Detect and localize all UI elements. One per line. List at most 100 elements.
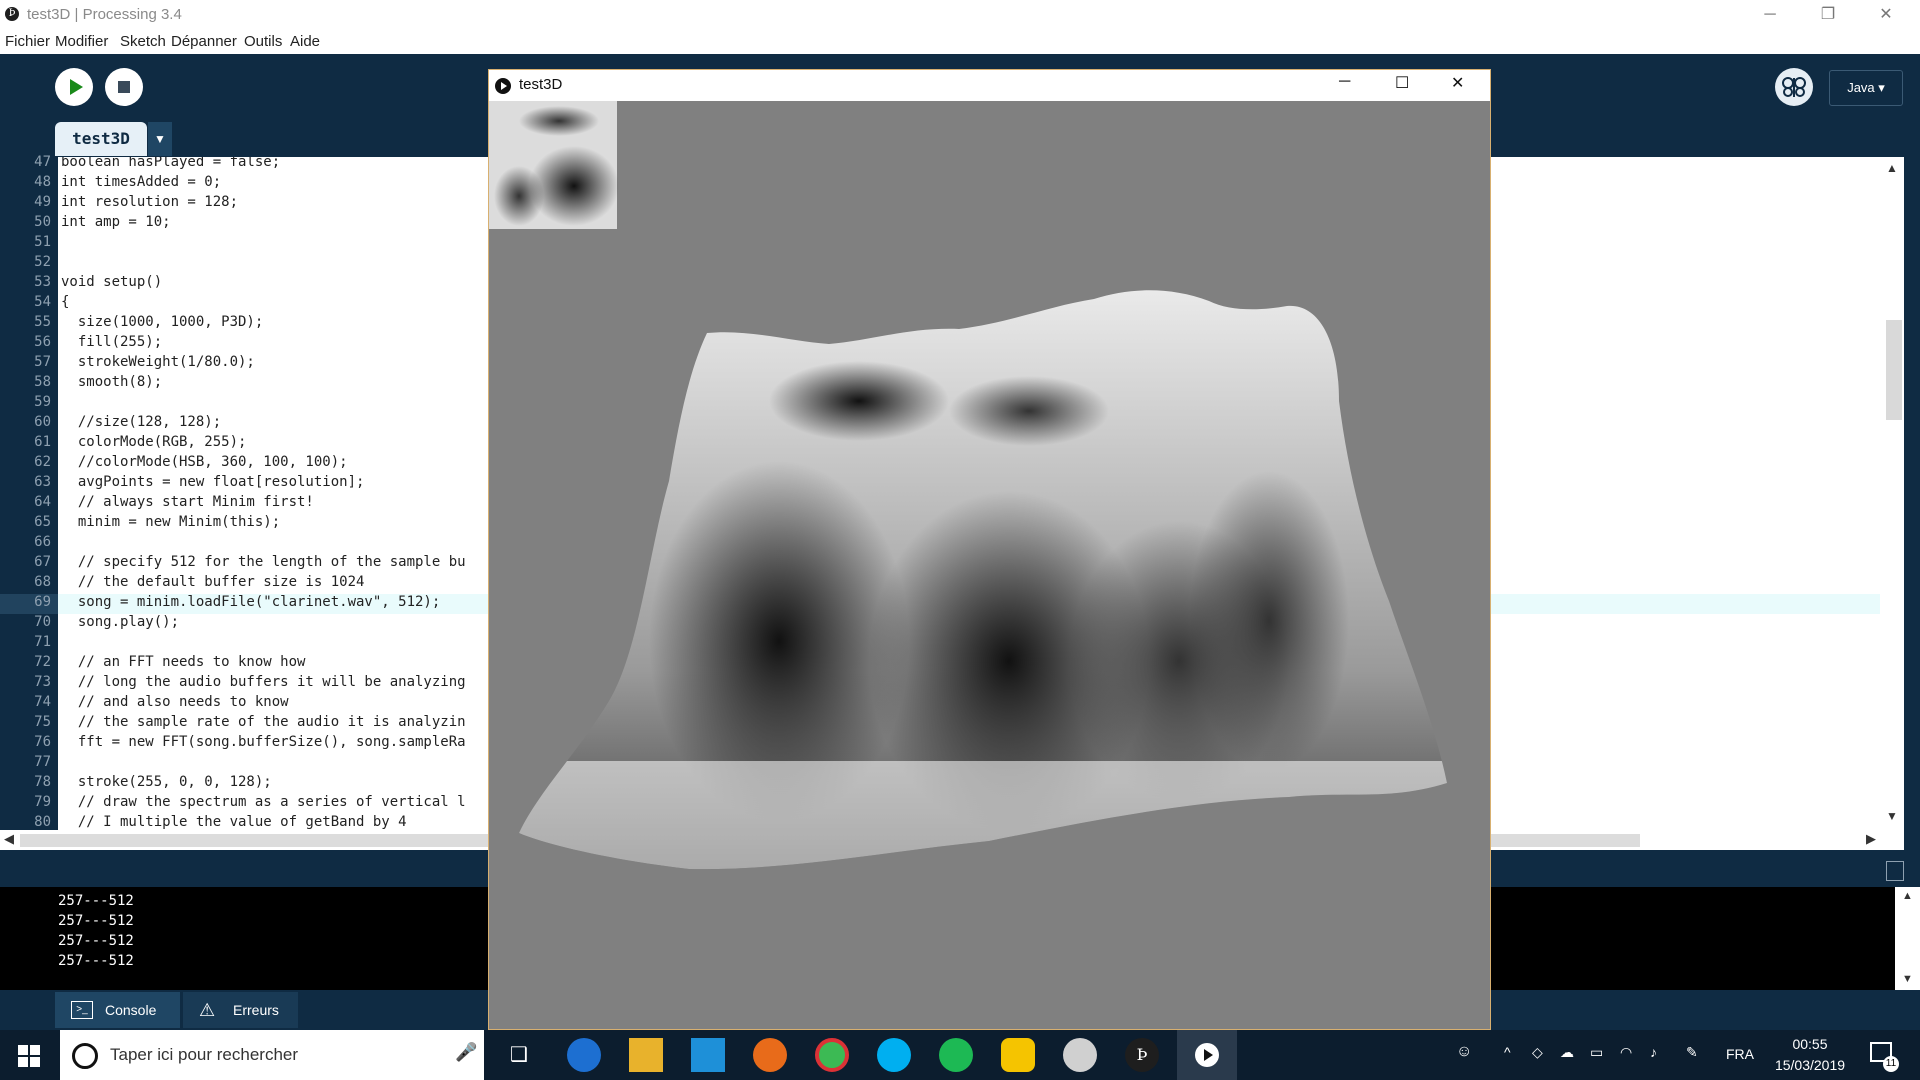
line-number: 64 — [34, 494, 51, 510]
debugger-button[interactable] — [1775, 68, 1813, 106]
terminal-icon: >_ — [71, 1001, 93, 1019]
scroll-left-icon[interactable]: ◀ — [4, 831, 14, 847]
code-line: song.play(); — [61, 614, 180, 630]
line-number: 72 — [34, 654, 51, 670]
line-number: 75 — [34, 714, 51, 730]
clock-date[interactable]: 15/03/2019 — [1770, 1057, 1850, 1073]
line-number: 69 — [34, 594, 51, 610]
console-scroll-down-icon[interactable]: ▼ — [1902, 973, 1913, 985]
menu-sketch[interactable]: Sketch — [120, 33, 166, 50]
code-line: strokeWeight(1/80.0); — [61, 354, 255, 370]
scroll-right-icon[interactable]: ▶ — [1866, 831, 1876, 847]
line-number: 60 — [34, 414, 51, 430]
onedrive-icon[interactable]: ☁ — [1560, 1044, 1574, 1061]
menu-aide[interactable]: Aide — [290, 33, 320, 50]
line-number: 68 — [34, 574, 51, 590]
people-icon[interactable]: ☺ — [1456, 1043, 1472, 1061]
spotify-icon[interactable] — [939, 1038, 973, 1072]
pen-icon[interactable]: ✎ — [1686, 1044, 1698, 1061]
scrollbar-thumb[interactable] — [1886, 320, 1902, 420]
wifi-icon[interactable]: ◠ — [1620, 1044, 1632, 1061]
code-line: // an FFT needs to know how — [61, 654, 306, 670]
line-number: 63 — [34, 474, 51, 490]
console-scroll-up-icon[interactable]: ▲ — [1902, 890, 1913, 902]
code-line: size(1000, 1000, P3D); — [61, 314, 264, 330]
skype-icon[interactable] — [877, 1038, 911, 1072]
sketch-window[interactable]: test3D ─ ☐ ✕ — [488, 69, 1491, 1030]
tab-errors[interactable]: ⚠ Erreurs — [183, 992, 298, 1028]
line-number: 76 — [34, 734, 51, 750]
volume-icon[interactable]: ♪ — [1650, 1044, 1657, 1060]
sketch-maximize-button[interactable]: ☐ — [1395, 73, 1409, 93]
menu-fichier[interactable]: Fichier — [5, 33, 50, 50]
minimize-button[interactable]: ─ — [1741, 0, 1799, 30]
firefox-icon[interactable] — [753, 1038, 787, 1072]
tab-menu-button[interactable]: ▼ — [148, 122, 172, 156]
code-line: minim = new Minim(this); — [61, 514, 281, 530]
code-line: avgPoints = new float[resolution]; — [61, 474, 365, 490]
line-number: 49 — [34, 194, 51, 210]
clock-time[interactable]: 00:55 — [1770, 1036, 1850, 1052]
chrome-icon[interactable] — [815, 1038, 849, 1072]
tab-console-label: Console — [105, 1002, 157, 1018]
processing-taskbar-icon[interactable]: Þ — [1125, 1038, 1159, 1072]
tab-test3d[interactable]: test3D — [55, 122, 147, 156]
microphone-icon[interactable]: 🎤 — [455, 1042, 477, 1063]
menu-depanner[interactable]: Dépanner — [171, 33, 237, 50]
stop-button[interactable] — [105, 68, 143, 106]
copy-icon[interactable] — [1886, 861, 1904, 881]
line-number: 70 — [34, 614, 51, 630]
code-line: stroke(255, 0, 0, 128); — [61, 774, 272, 790]
play-icon — [70, 79, 83, 95]
menu-modifier[interactable]: Modifier — [55, 33, 108, 50]
running-sketch-tab[interactable] — [1177, 1030, 1237, 1080]
file-explorer-icon[interactable] — [629, 1038, 663, 1072]
mode-selector[interactable]: Java ▾ — [1829, 70, 1903, 106]
paint-icon[interactable] — [1063, 1038, 1097, 1072]
line-number: 47 — [34, 154, 51, 170]
code-line: // always start Minim first! — [61, 494, 314, 510]
console-scrollbar[interactable]: ▲ ▼ — [1895, 887, 1920, 990]
code-line: int timesAdded = 0; — [61, 174, 222, 190]
battery-icon[interactable]: ▭ — [1590, 1044, 1603, 1061]
language-indicator[interactable]: FRA — [1726, 1046, 1754, 1062]
code-line: // specify 512 for the length of the sam… — [61, 554, 466, 570]
task-view-icon[interactable]: ❑ — [502, 1038, 536, 1072]
console-line: 257---512 — [58, 953, 134, 969]
sketch-close-button[interactable]: ✕ — [1451, 73, 1464, 93]
sketch-minimize-button[interactable]: ─ — [1339, 73, 1350, 91]
code-line: int amp = 10; — [61, 214, 171, 230]
edge-icon[interactable] — [567, 1038, 601, 1072]
3d-terrain — [519, 290, 1447, 870]
line-number: 71 — [34, 634, 51, 650]
menu-bar: Fichier Modifier Sketch Dépanner Outils … — [0, 30, 1920, 54]
line-number: 77 — [34, 754, 51, 770]
line-number-gutter: 47 48 49 50 51 52 53 54 55 56 57 58 59 60 61 62 63 64 65 66… — [0, 154, 58, 830]
close-button[interactable]: ✕ — [1857, 0, 1915, 30]
run-button[interactable] — [55, 68, 93, 106]
restore-button[interactable]: ❐ — [1799, 0, 1857, 30]
dropbox-icon[interactable]: ◇ — [1532, 1044, 1543, 1061]
scroll-down-icon[interactable]: ▼ — [1886, 809, 1898, 823]
code-line: //colorMode(HSB, 360, 100, 100); — [61, 454, 348, 470]
sketch-canvas — [489, 101, 1447, 870]
code-line: // I multiple the value of getBand by 4 — [61, 814, 407, 830]
line-number: 50 — [34, 214, 51, 230]
menu-outils[interactable]: Outils — [244, 33, 282, 50]
scroll-up-icon[interactable]: ▲ — [1886, 161, 1898, 175]
windows-start-icon[interactable] — [18, 1045, 40, 1067]
play-circle-icon — [495, 78, 511, 94]
store-icon[interactable] — [691, 1038, 725, 1072]
tab-console[interactable]: >_ Console — [55, 992, 180, 1028]
code-line: boolean hasPlayed = false; — [61, 157, 281, 170]
code-line: // long the audio buffers it will be ana… — [61, 674, 466, 690]
taskbar-search[interactable]: Taper ici pour rechercher 🎤 — [60, 1030, 484, 1080]
cortana-icon — [72, 1043, 98, 1069]
tray-chevron-icon[interactable]: ^ — [1504, 1044, 1511, 1060]
app-icon-yellow[interactable] — [1001, 1038, 1035, 1072]
editor-vertical-scrollbar[interactable]: ▲ ▼ — [1880, 157, 1904, 830]
title-bar: Þ test3D | Processing 3.4 ─ ❐ ✕ — [0, 0, 1920, 30]
search-placeholder: Taper ici pour rechercher — [110, 1045, 299, 1064]
line-number: 55 — [34, 314, 51, 330]
line-number: 62 — [34, 454, 51, 470]
